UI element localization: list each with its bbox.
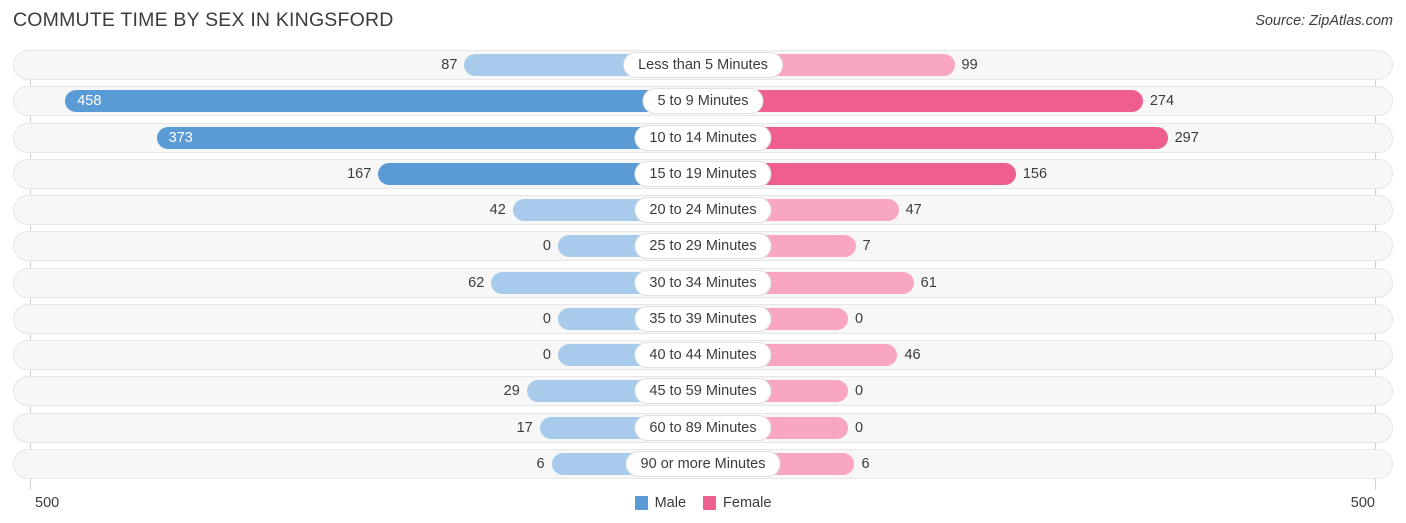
row-bars: 42 47 20 to 24 Minutes — [13, 195, 1393, 225]
source-attribution: Source: ZipAtlas.com — [1255, 13, 1393, 29]
bar-value-female: 46 — [904, 347, 921, 363]
row-bars: 0 7 25 to 29 Minutes — [13, 231, 1393, 261]
legend-label-female: Female — [723, 495, 772, 511]
category-label: 45 to 59 Minutes — [634, 378, 772, 405]
row-bars: 17 0 60 to 89 Minutes — [13, 413, 1393, 443]
table-row: 0 7 25 to 29 Minutes — [13, 231, 1393, 262]
bar-value-male: 373 — [168, 129, 193, 146]
row-bars: 0 46 40 to 44 Minutes — [13, 340, 1393, 370]
row-bars: 87 99 Less than 5 Minutes — [13, 50, 1393, 80]
bar-female[interactable] — [703, 126, 1168, 149]
table-row: 42 47 20 to 24 Minutes — [13, 195, 1393, 225]
bar-value-male: 29 — [503, 383, 520, 400]
table-row: 373 297 10 to 14 Minutes — [13, 122, 1393, 153]
plot-area: 87 99 Less than 5 Minutes 458 274 5 to 9 Minu… — [13, 50, 1393, 490]
bar-value-male: 6 — [536, 455, 545, 472]
bar-value-female: 0 — [855, 419, 864, 436]
bar-value-male: 17 — [516, 419, 533, 436]
bar-value-male: 0 — [542, 347, 551, 363]
bar-value-female: 7 — [862, 238, 871, 255]
bar-value-male: 87 — [441, 57, 458, 73]
legend-item-female[interactable]: Female — [703, 495, 771, 511]
category-label: Less than 5 Minutes — [623, 52, 783, 78]
bar-male[interactable] — [65, 90, 703, 113]
bar-male[interactable] — [156, 126, 703, 149]
category-label: 5 to 9 Minutes — [642, 88, 764, 115]
table-row: 29 0 45 to 59 Minutes — [13, 376, 1393, 407]
category-label: 60 to 89 Minutes — [634, 414, 772, 441]
bar-value-male: 458 — [77, 93, 102, 110]
category-label: 10 to 14 Minutes — [634, 124, 772, 151]
table-row: 167 156 15 to 19 Minutes — [13, 158, 1393, 189]
category-label: 20 to 24 Minutes — [634, 197, 772, 223]
row-bars: 458 274 5 to 9 Minutes — [13, 86, 1393, 116]
commute-time-chart: COMMUTE TIME BY SEX IN KINGSFORD Source:… — [0, 0, 1406, 523]
table-row: 87 99 Less than 5 Minutes — [13, 50, 1393, 80]
row-bars: 29 0 45 to 59 Minutes — [13, 376, 1393, 406]
category-label: 35 to 39 Minutes — [634, 305, 772, 332]
legend-swatch-male — [634, 496, 648, 510]
table-row: 458 274 5 to 9 Minutes — [13, 86, 1393, 117]
category-label: 40 to 44 Minutes — [634, 342, 772, 368]
bar-value-female: 156 — [1022, 165, 1048, 182]
bar-value-male: 0 — [542, 310, 551, 327]
bar-value-female: 6 — [861, 455, 870, 472]
bar-value-female: 61 — [920, 274, 937, 291]
category-label: 30 to 34 Minutes — [634, 269, 772, 296]
bar-female[interactable] — [703, 90, 1143, 113]
category-label: 15 to 19 Minutes — [634, 160, 772, 187]
bar-value-male: 167 — [347, 165, 372, 182]
bar-value-male: 42 — [489, 202, 506, 218]
bar-value-female: 0 — [855, 310, 864, 327]
table-row: 0 0 35 to 39 Minutes — [13, 303, 1393, 334]
bar-value-male: 62 — [468, 274, 485, 291]
row-bars: 6 6 90 or more Minutes — [13, 449, 1393, 479]
bar-value-female: 47 — [905, 202, 922, 218]
bar-value-female: 99 — [961, 57, 978, 73]
chart-legend: Male Female — [0, 489, 1406, 517]
row-bars: 0 0 35 to 39 Minutes — [13, 304, 1393, 334]
table-row: 6 6 90 or more Minutes — [13, 448, 1393, 479]
table-row: 0 46 40 to 44 Minutes — [13, 340, 1393, 370]
page-title: COMMUTE TIME BY SEX IN KINGSFORD — [13, 9, 394, 31]
table-row: 17 0 60 to 89 Minutes — [13, 412, 1393, 443]
legend-label-male: Male — [654, 495, 687, 511]
bar-value-male: 0 — [542, 238, 551, 255]
bar-value-female: 0 — [855, 383, 864, 400]
category-label: 25 to 29 Minutes — [634, 233, 772, 260]
category-label: 90 or more Minutes — [625, 450, 781, 477]
row-bars: 373 297 10 to 14 Minutes — [13, 123, 1393, 153]
row-bars: 62 61 30 to 34 Minutes — [13, 268, 1393, 298]
bar-value-female: 274 — [1149, 93, 1175, 110]
row-bars: 167 156 15 to 19 Minutes — [13, 159, 1393, 189]
legend-item-male[interactable]: Male — [634, 495, 687, 511]
legend-swatch-female — [703, 496, 717, 510]
table-row: 62 61 30 to 34 Minutes — [13, 267, 1393, 298]
bar-value-female: 297 — [1174, 129, 1199, 146]
